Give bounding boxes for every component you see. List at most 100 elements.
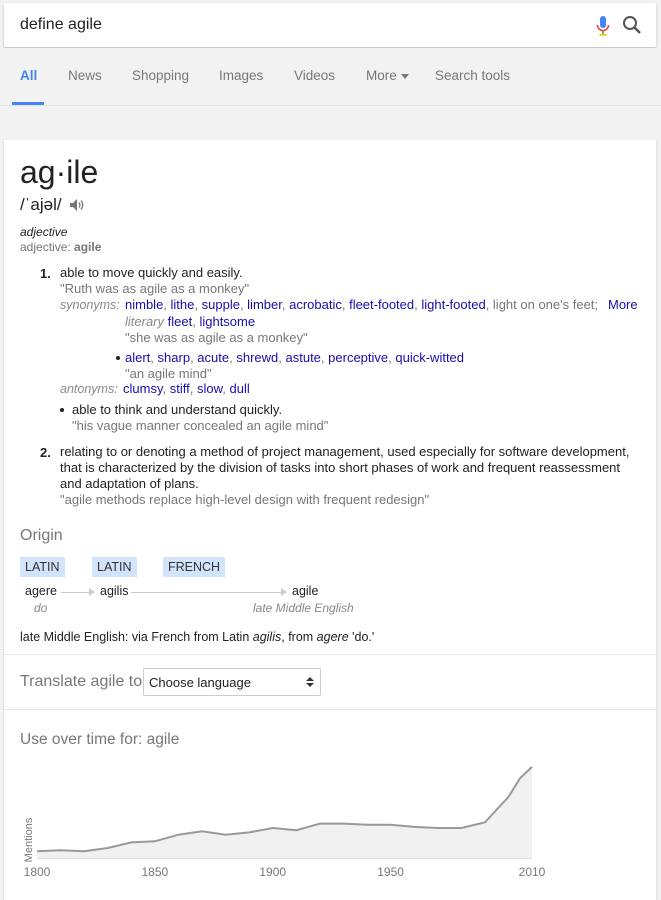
- search-input[interactable]: define agile: [20, 16, 102, 34]
- tab-search-tools[interactable]: Search tools: [435, 68, 510, 83]
- synonyms-more-wrap: More: [608, 297, 638, 312]
- tab-news[interactable]: News: [68, 68, 102, 83]
- part-of-speech-line: adjective: agile: [20, 240, 101, 254]
- sense-2-definition-line: that is characterized by the division of…: [60, 460, 621, 475]
- sense-1-definition: able to move quickly and easily.: [60, 265, 243, 280]
- part-of-speech: adjective: [20, 225, 68, 239]
- pos-line-word: agile: [74, 240, 102, 254]
- synonyms-more-link[interactable]: More: [608, 297, 638, 312]
- tab-shopping[interactable]: Shopping: [132, 68, 189, 83]
- synonym-link[interactable]: lightsome: [199, 314, 255, 329]
- tab-videos[interactable]: Videos: [294, 68, 335, 83]
- tab-more[interactable]: More: [366, 68, 409, 83]
- language-label: LATIN: [92, 557, 137, 577]
- sense-2-example: "agile methods replace high-level design…: [60, 492, 430, 507]
- chart-area-fill: [37, 766, 532, 858]
- synonym-link[interactable]: shrewd: [236, 350, 278, 365]
- etymology-word: agile: [292, 584, 319, 598]
- etymology-gloss: do: [34, 601, 48, 615]
- sub-synonyms-list: alert, sharp, acute, shrewd, astute, per…: [125, 350, 465, 365]
- origin-text-mid: , from: [281, 630, 317, 644]
- y-axis-label: Mentions: [23, 817, 35, 862]
- literary-label: literary: [125, 314, 165, 329]
- search-bar[interactable]: define agile: [4, 3, 656, 47]
- x-tick-label: 1800: [24, 865, 51, 879]
- origin-text-suffix: 'do.': [348, 630, 375, 644]
- etymology-arrow: [61, 592, 89, 593]
- x-tick-label: 1850: [142, 865, 169, 879]
- active-tab-indicator: [12, 102, 44, 105]
- antonym-link[interactable]: stiff: [170, 381, 190, 396]
- chevron-down-icon: [400, 73, 409, 79]
- origin-title: Origin: [20, 527, 63, 544]
- synonym-link[interactable]: astute: [286, 350, 321, 365]
- literary-synonyms: literary fleet, lightsome: [125, 314, 256, 329]
- dictionary-card: ag·ile /ˈajəl/ adjective adjective: agil…: [4, 140, 656, 900]
- search-icon[interactable]: [622, 15, 642, 35]
- synonym-link[interactable]: sharp: [158, 350, 191, 365]
- antonyms-list: clumsy, stiff, slow, dull: [123, 381, 250, 396]
- divider: [4, 709, 656, 710]
- synonym-link[interactable]: limber: [247, 297, 282, 312]
- etymology-arrow: [131, 592, 281, 593]
- arrow-right-icon: [89, 588, 95, 596]
- sense-2-definition-line: and adaptation of plans.: [60, 476, 199, 491]
- antonym-link[interactable]: slow: [197, 381, 222, 396]
- phonetic: /ˈajəl/: [20, 195, 62, 214]
- synonyms-list: nimble, lithe, supple, limber, acrobatic…: [125, 297, 599, 312]
- x-tick-label: 2010: [519, 865, 546, 879]
- origin-text-prefix: late Middle English: via French from Lat…: [20, 630, 253, 644]
- synonym-link[interactable]: light-footed: [421, 297, 485, 312]
- origin-text-agilis: agilis: [252, 630, 282, 644]
- synonym-link[interactable]: acrobatic: [289, 297, 342, 312]
- etymology-word: agilis: [100, 584, 129, 598]
- synonym-plain: light on one's feet;: [492, 297, 599, 312]
- chart-title: Use over time for: agile: [20, 731, 180, 748]
- bullet: [60, 408, 64, 412]
- language-select[interactable]: Choose language: [143, 668, 321, 696]
- language-label: FRENCH: [163, 557, 226, 577]
- synonym-link[interactable]: alert: [125, 350, 150, 365]
- search-tabs: All News Shopping Images Videos More Sea…: [0, 48, 661, 106]
- usage-chart: 1800 1850 1900 1950 2010 Mentions: [23, 766, 546, 879]
- origin-text-agere: agere: [316, 630, 349, 644]
- antonym-link[interactable]: dull: [229, 381, 249, 396]
- divider: [4, 654, 656, 655]
- pos-line-prefix: adjective:: [20, 240, 75, 254]
- mic-icon[interactable]: [596, 16, 610, 36]
- headword: ag·ile: [20, 154, 99, 190]
- language-label: LATIN: [20, 557, 65, 577]
- origin-description: late Middle English: via French from Lat…: [20, 630, 374, 644]
- sub-synonym-example: "an agile mind": [125, 366, 212, 381]
- translate-label: Translate agile to: [20, 673, 143, 690]
- language-select-value: Choose language: [149, 675, 251, 690]
- tab-images[interactable]: Images: [219, 68, 263, 83]
- synonym-link[interactable]: nimble: [125, 297, 163, 312]
- synonym-link[interactable]: supple: [202, 297, 240, 312]
- sense-1-example: "Ruth was as agile as a monkey": [60, 281, 250, 296]
- bullet: [116, 356, 120, 360]
- etymology-gloss: late Middle English: [253, 601, 354, 615]
- synonym-link[interactable]: lithe: [171, 297, 195, 312]
- synonym-link[interactable]: fleet-footed: [349, 297, 414, 312]
- tab-more-label: More: [366, 68, 397, 83]
- synonym-link[interactable]: acute: [197, 350, 229, 365]
- synonym-link[interactable]: fleet: [168, 314, 193, 329]
- tab-all[interactable]: All: [20, 68, 37, 83]
- select-arrows-icon: [306, 677, 314, 687]
- synonym-example: "she was as agile as a monkey": [125, 330, 308, 345]
- sense-number-1: 1.: [40, 266, 51, 281]
- x-tick-label: 1900: [259, 865, 286, 879]
- sense-1-sub-example: "his vague manner concealed an agile min…: [72, 418, 329, 433]
- arrow-right-icon: [281, 588, 287, 596]
- sense-1-sub-definition: able to think and understand quickly.: [72, 402, 283, 417]
- speaker-icon[interactable]: [69, 198, 85, 212]
- x-tick-label: 1950: [377, 865, 404, 879]
- sense-number-2: 2.: [40, 445, 51, 460]
- sense-2-definition-line: relating to or denoting a method of proj…: [60, 444, 630, 459]
- synonym-link[interactable]: perceptive: [328, 350, 388, 365]
- antonyms-label: antonyms:: [60, 382, 118, 396]
- synonyms-label: synonyms:: [60, 298, 120, 312]
- antonym-link[interactable]: clumsy: [123, 381, 162, 396]
- synonym-link[interactable]: quick-witted: [395, 350, 464, 365]
